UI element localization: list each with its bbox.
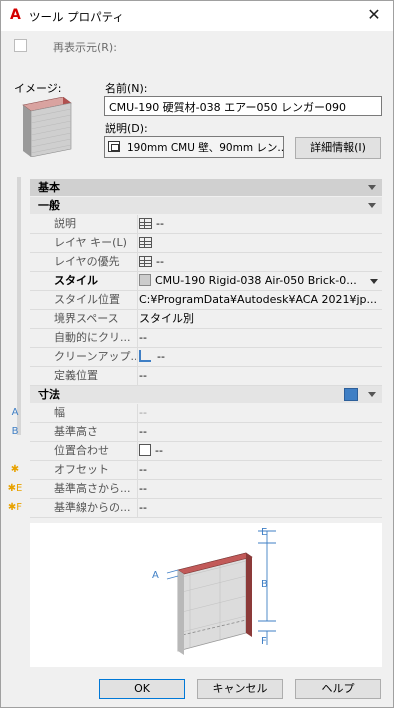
chevron-down-icon[interactable] [368,203,376,208]
property-label: 説明 [54,215,136,233]
property-value[interactable]: スタイル別 [137,310,382,328]
property-value-text: -- [156,217,164,230]
property-label: クリーンアップ... [54,348,136,366]
property-value[interactable]: -- [137,461,382,479]
property-value[interactable] [137,234,382,252]
property-value[interactable]: -- [137,253,382,271]
property-value[interactable]: -- [137,442,382,460]
table-icon[interactable] [139,255,152,267]
category-basic-header[interactable]: 基本 [30,179,382,197]
table-icon[interactable] [139,217,152,229]
palette-scroll-strip[interactable] [17,177,21,435]
table-icon[interactable] [139,236,152,248]
group-general-label: 一般 [38,199,60,212]
property-label: 基準高さ [54,423,136,441]
description-label: 説明(D): [105,122,148,135]
property-label: 位置合わせ [54,442,136,460]
diagram-label-e: E [261,527,267,538]
property-value[interactable]: C:¥ProgramData¥Autodesk¥ACA 2021¥jp... [137,291,382,309]
property-value[interactable]: -- [137,367,382,385]
redisplay-checkbox[interactable] [14,39,27,52]
property-row-layer-key[interactable]: レイヤ キー(L) [30,234,382,253]
property-row-base-height-offset[interactable]: ✱E 基準高さから... -- [8,480,382,499]
property-label: オフセット [54,461,136,479]
chevron-down-icon[interactable] [368,185,376,190]
group-general-header[interactable]: 一般 [30,197,382,215]
property-label: 境界スペース [54,310,136,328]
category-basic-label: 基本 [38,181,60,194]
property-value[interactable]: -- [137,480,382,498]
property-row-baseline-offset[interactable]: ✱F 基準線からの... -- [8,499,382,518]
property-label: レイヤの優先 [54,253,136,271]
description-field[interactable]: 190mm CMU 壁、90mm レン... [104,136,284,158]
property-row-style-location[interactable]: スタイル位置 C:¥ProgramData¥Autodesk¥ACA 2021¥… [30,291,382,310]
details-button[interactable]: 詳細情報(I) [295,137,381,159]
autodesk-logo-icon: A [10,7,21,23]
property-label: 定義位置 [54,367,136,385]
close-button[interactable]: ✕ [365,6,383,24]
property-value[interactable]: -- [137,329,382,347]
property-label: レイヤ キー(L) [54,234,136,252]
title-bar: A ツール プロパティ ✕ [1,1,393,31]
property-value[interactable]: -- [137,215,382,233]
property-row-offset[interactable]: ✱ オフセット -- [11,461,382,480]
property-row-bounding-space[interactable]: 境界スペース スタイル別 [30,310,382,329]
dimension-marker: ✱E [7,483,23,494]
property-value-text: -- [157,350,165,363]
property-row-layer-override[interactable]: レイヤの優先 -- [30,253,382,272]
dimension-diagram-area: A E B F [30,523,382,667]
group-dimensions-header[interactable]: 寸法 [30,386,382,404]
diagram-label-f: F [261,636,267,647]
tool-properties-dialog: A ツール プロパティ ✕ 再表示元(R): イメージ: 名前(N): CMU-… [0,0,394,708]
property-row-justify[interactable]: 位置合わせ -- [30,442,382,461]
description-edit-icon [108,141,120,152]
dimension-marker: A [11,407,19,418]
property-row-style[interactable]: スタイル CMU-190 Rigid-038 Air-050 Brick-0..… [30,272,382,291]
property-label: 基準線からの... [54,499,136,517]
wall-dimension-diagram: A E B F [152,527,276,655]
cleanup-radius-icon[interactable] [139,350,153,362]
chevron-down-icon[interactable] [370,279,378,284]
dimension-marker: ✱ [10,464,20,475]
property-label: 自動的にクリ... [54,329,136,347]
help-button[interactable]: ヘルプ [295,679,381,699]
property-row-description[interactable]: 説明 -- [30,215,382,234]
property-label: スタイル位置 [54,291,136,309]
property-value[interactable]: -- [137,404,382,422]
chevron-down-icon[interactable] [368,392,376,397]
property-label: 基準高さから... [54,480,136,498]
property-value-text: CMU-190 Rigid-038 Air-050 Brick-0... [155,274,357,287]
name-input[interactable]: CMU-190 硬質材-038 エアー050 レンガー090 [104,96,382,116]
ok-button[interactable]: OK [99,679,185,699]
property-row-cleanup[interactable]: クリーンアップ... -- [30,348,382,367]
image-label: イメージ: [14,82,62,95]
property-row-base-height[interactable]: B 基準高さ -- [12,423,382,442]
wall-style-icon [139,274,151,286]
name-label: 名前(N): [105,82,148,95]
wall-preview-image [22,97,72,157]
property-value[interactable]: -- [137,499,382,517]
diagram-label-a: A [152,570,159,581]
property-row-auto-cleanup[interactable]: 自動的にクリ... -- [30,329,382,348]
style-dropdown[interactable]: CMU-190 Rigid-038 Air-050 Brick-0... [137,272,382,290]
diagram-label-b: B [261,579,268,590]
window-title: ツール プロパティ [29,10,124,24]
justify-icon[interactable] [139,444,151,456]
property-row-definition-location[interactable]: 定義位置 -- [30,367,382,386]
property-row-width[interactable]: A 幅 -- [12,404,382,423]
dimension-settings-icon[interactable] [344,388,358,401]
dimension-marker: B [11,426,19,437]
dimension-marker: ✱F [7,502,23,513]
property-label: スタイル [54,272,136,290]
property-value[interactable]: -- [137,348,382,366]
redisplay-label: 再表示元(R): [53,41,117,54]
cancel-button[interactable]: キャンセル [197,679,283,699]
property-value-text: -- [155,444,163,457]
property-value[interactable]: -- [137,423,382,441]
property-grid: 基本 一般 説明 -- レイヤ キー(L) レイヤの優先 -- スタイル CMU… [8,179,382,518]
property-value-text: -- [156,255,164,268]
property-label: 幅 [54,404,136,422]
group-dimensions-label: 寸法 [38,388,60,401]
